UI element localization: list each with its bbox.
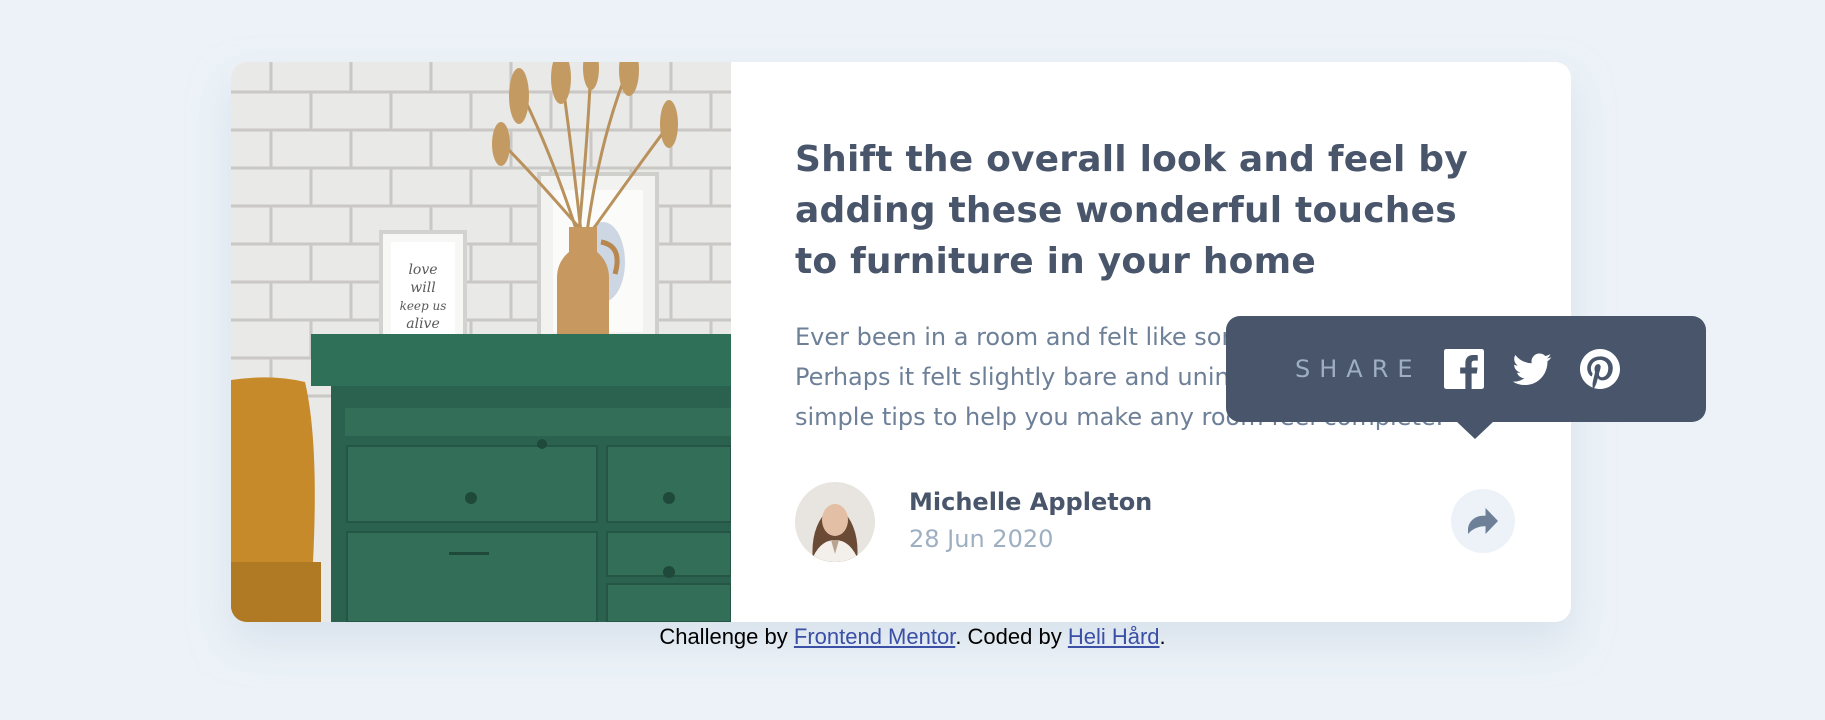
social-links (1443, 349, 1620, 389)
share-arrow-icon (1468, 508, 1498, 534)
footer-middle: . Coded by (955, 624, 1068, 649)
facebook-icon (1443, 349, 1484, 389)
svg-text:keep us: keep us (400, 299, 447, 313)
twitter-icon (1512, 352, 1551, 385)
avatar (795, 482, 875, 562)
pinterest-icon (1579, 349, 1620, 389)
author-name: Michelle Appleton (909, 488, 1153, 516)
facebook-link[interactable] (1443, 349, 1484, 389)
share-label: SHARE (1295, 355, 1422, 383)
author-block: Michelle Appleton 28 Jun 2020 (795, 482, 1152, 562)
author-link[interactable]: Heli Hård (1068, 624, 1160, 649)
frontend-mentor-link[interactable]: Frontend Mentor (794, 624, 955, 649)
attribution-footer: Challenge by Frontend Mentor. Coded by H… (0, 624, 1825, 650)
svg-text:alive: alive (406, 316, 440, 332)
article-card: love will keep us alive Shift the overal… (231, 62, 1706, 622)
twitter-link[interactable] (1512, 352, 1552, 386)
publish-date: 28 Jun 2020 (909, 525, 1054, 553)
pinterest-link[interactable] (1579, 349, 1620, 389)
svg-text:will: will (410, 280, 435, 296)
share-button[interactable] (1451, 489, 1515, 553)
share-popup: SHARE (1226, 316, 1706, 439)
footer-prefix: Challenge by (659, 624, 794, 649)
svg-text:love: love (408, 262, 437, 278)
article-title: Shift the overall look and feel by addin… (795, 139, 1468, 282)
footer-suffix: . (1159, 624, 1166, 649)
drawers-image: love will keep us alive (231, 62, 731, 622)
